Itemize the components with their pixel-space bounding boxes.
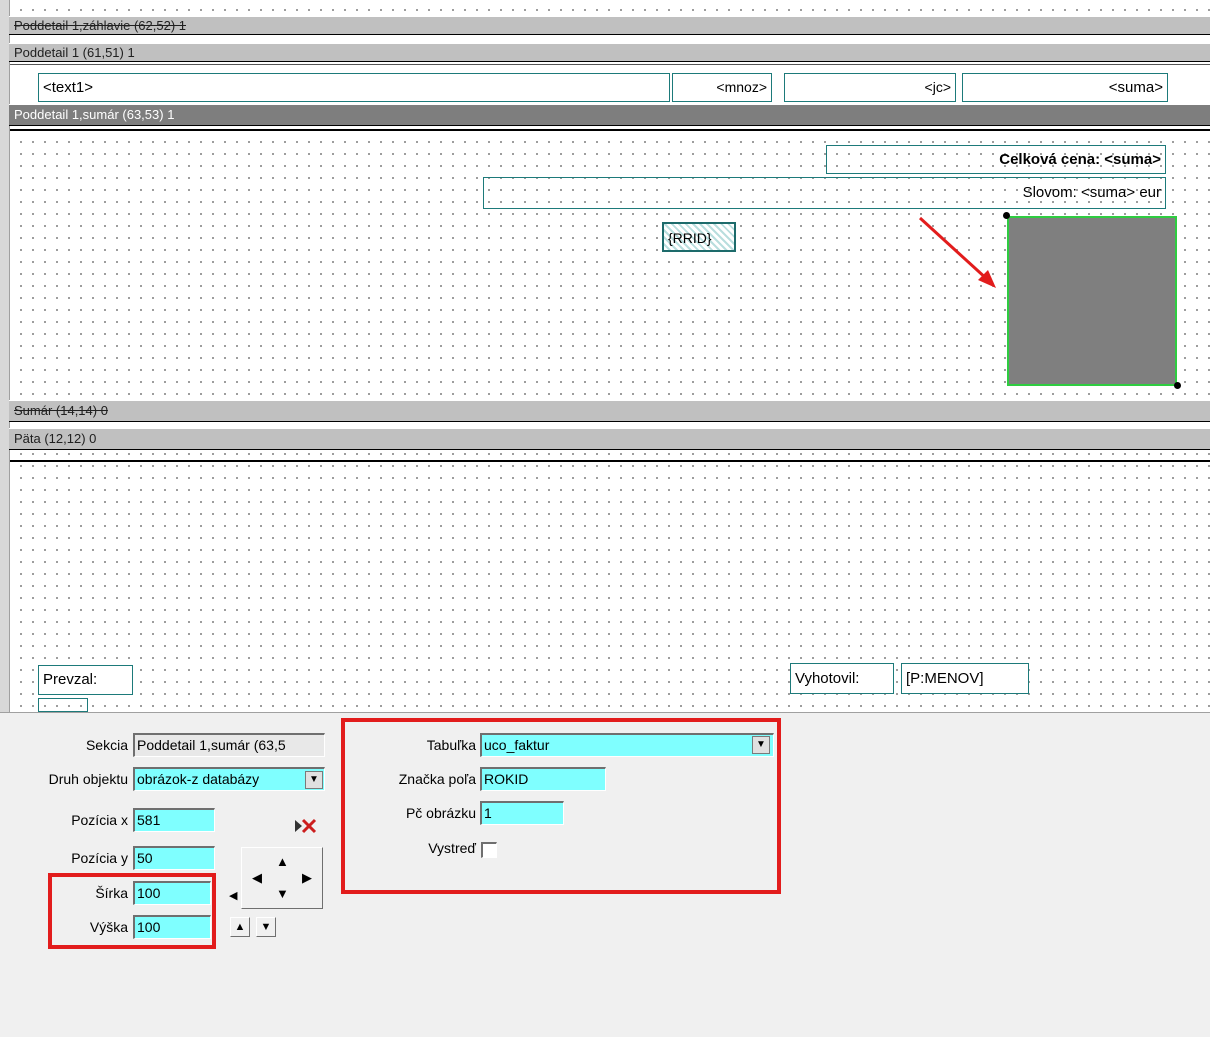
field-jc[interactable]: <jc>: [784, 73, 956, 102]
delete-object-icon[interactable]: [293, 816, 319, 836]
band-label: Poddetail 1 (61,51) 1: [14, 45, 135, 60]
field-text1[interactable]: <text1>: [38, 73, 670, 102]
field-suma[interactable]: <suma>: [962, 73, 1168, 102]
field-podpis[interactable]: [38, 698, 88, 712]
band-subdetail[interactable]: Poddetail 1 (61,51) 1: [9, 43, 1210, 62]
report-designer-canvas[interactable]: Poddetail 1,záhlavie (62,52) 1 Poddetail…: [0, 0, 1210, 712]
highlight-db-box: [341, 718, 781, 894]
divider: [10, 460, 1210, 462]
arrow-up-icon[interactable]: ▲: [276, 854, 289, 869]
arrow-right-icon[interactable]: ▶: [302, 870, 312, 886]
pozicia-y-label: Pozícia y: [71, 850, 128, 866]
field-menov[interactable]: [P:MENOV]: [901, 663, 1029, 694]
field-mnoz[interactable]: <mnoz>: [672, 73, 772, 102]
arrow-down-icon[interactable]: ▼: [276, 886, 289, 901]
grow-down-button[interactable]: ▼: [256, 917, 276, 937]
divider: [10, 64, 1210, 65]
shrink-left-icon[interactable]: ◀: [229, 889, 241, 909]
move-arrows-pad[interactable]: ▲ ◀ ▶ ▼: [241, 847, 323, 909]
chevron-down-icon[interactable]: ▼: [305, 771, 323, 789]
properties-panel: Sekcia Poddetail 1,sumár (63,5 Druh obje…: [0, 712, 1210, 1037]
divider: [10, 129, 1210, 131]
band-label: Sumár (14,14) 0: [14, 403, 108, 418]
band-sum[interactable]: Sumár (14,14) 0: [9, 400, 1210, 422]
pozicia-y-input[interactable]: 50: [133, 846, 215, 870]
field-slovom[interactable]: Slovom: <suma> eur: [483, 177, 1166, 209]
resize-handle-bottom-right[interactable]: [1174, 382, 1181, 389]
red-arrow-icon: [918, 216, 996, 288]
band-subdetail-summary[interactable]: Poddetail 1,sumár (63,53) 1: [9, 104, 1210, 126]
field-celkova-cena[interactable]: Celková cena: <suma>: [826, 145, 1166, 174]
sekcia-label: Sekcia: [85, 737, 128, 753]
arrow-left-icon[interactable]: ◀: [252, 870, 262, 886]
band-subdetail-header[interactable]: Poddetail 1,záhlavie (62,52) 1: [9, 16, 1210, 35]
band-label: Poddetail 1,sumár (63,53) 1: [14, 107, 175, 122]
pozicia-x-input[interactable]: 581: [133, 808, 215, 832]
field-vyhotovil[interactable]: Vyhotovil:: [790, 663, 894, 694]
band-label: Päta (12,12) 0: [14, 431, 97, 446]
field-prevzal[interactable]: Prevzal:: [38, 665, 133, 695]
druh-objektu-select[interactable]: obrázok-z databázy: [133, 767, 325, 791]
band-label: Poddetail 1,záhlavie (62,52) 1: [14, 18, 187, 33]
sekcia-field[interactable]: Poddetail 1,sumár (63,5: [133, 733, 325, 757]
grow-up-button[interactable]: ▲: [230, 917, 250, 937]
druh-objektu-label: Druh objektu: [48, 771, 128, 787]
field-rrid[interactable]: {RRID}: [662, 222, 736, 252]
db-image-object[interactable]: [1007, 216, 1177, 386]
pozicia-x-label: Pozícia x: [71, 812, 128, 828]
band-footer[interactable]: Päta (12,12) 0: [9, 428, 1210, 450]
druh-objektu-value: obrázok-z databázy: [137, 771, 260, 787]
resize-handle-top-left[interactable]: [1003, 212, 1010, 219]
highlight-size-box: [48, 873, 216, 949]
